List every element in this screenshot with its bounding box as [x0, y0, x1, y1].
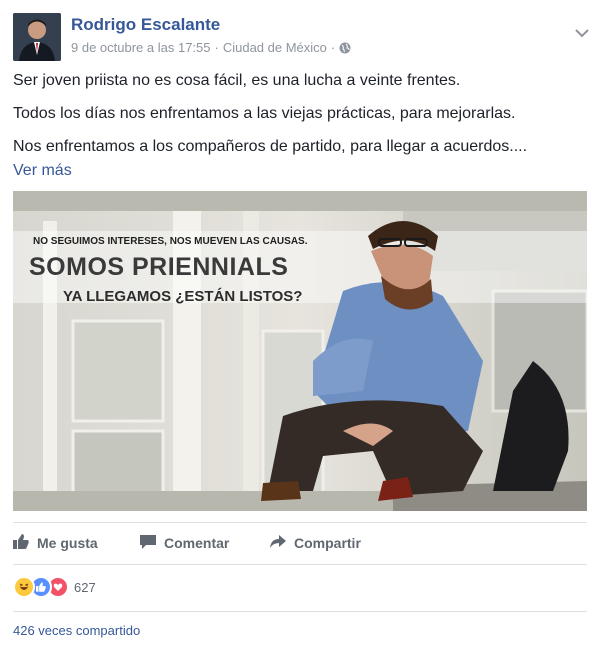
post-text: Ser joven priista no es cosa fácil, es u…	[13, 70, 583, 182]
comment-icon	[140, 534, 156, 552]
meta-separator: ·	[214, 40, 219, 55]
divider	[13, 611, 587, 612]
post-paragraph: Ser joven priista no es cosa fácil, es u…	[13, 72, 461, 89]
thumbs-up-icon	[13, 534, 29, 552]
comment-label: Comentar	[164, 535, 230, 551]
post-paragraph: Nos enfrentamos a los compañeros de part…	[13, 138, 528, 155]
like-button[interactable]: Me gusta	[13, 527, 98, 559]
post-paragraph: Todos los días nos enfrentamos a las vie…	[13, 105, 516, 122]
divider	[13, 564, 587, 565]
share-label: Compartir	[294, 535, 361, 551]
see-more-link[interactable]: Ver más	[13, 160, 583, 182]
post-meta: 9 de octubre a las 17:55 · Ciudad de Méx…	[71, 40, 351, 55]
image-headline: SOMOS PRIENNIALS	[29, 253, 288, 281]
chevron-down-icon[interactable]	[575, 25, 589, 38]
globe-icon[interactable]	[339, 42, 351, 54]
share-button[interactable]: Compartir	[270, 527, 361, 559]
share-icon	[270, 534, 286, 552]
post-date[interactable]: 9 de octubre a las 17:55	[71, 40, 211, 55]
action-bar: Me gusta Comentar Compartir	[13, 527, 587, 559]
comment-button[interactable]: Comentar	[140, 527, 229, 559]
post-location[interactable]: Ciudad de México	[223, 40, 327, 55]
haha-icon	[13, 576, 35, 598]
meta-separator: ·	[330, 40, 336, 55]
like-label: Me gusta	[37, 535, 98, 551]
divider	[13, 522, 587, 523]
post-header: Rodrigo Escalante 9 de octubre a las 17:…	[13, 13, 589, 63]
reactions-summary[interactable]: 627	[13, 575, 96, 599]
facebook-post: Rodrigo Escalante 9 de octubre a las 17:…	[0, 0, 600, 649]
share-count-link[interactable]: 426 veces compartido	[13, 623, 140, 638]
image-subheadline: YA LLEGAMOS ¿ESTÁN LISTOS?	[63, 288, 302, 305]
author-name[interactable]: Rodrigo Escalante	[71, 15, 220, 35]
avatar[interactable]	[13, 13, 61, 61]
post-image[interactable]: NO SEGUIMOS INTERESES, NOS MUEVEN LAS CA…	[13, 191, 587, 511]
image-tagline: NO SEGUIMOS INTERESES, NOS MUEVEN LAS CA…	[33, 236, 308, 247]
reaction-count: 627	[74, 579, 96, 595]
